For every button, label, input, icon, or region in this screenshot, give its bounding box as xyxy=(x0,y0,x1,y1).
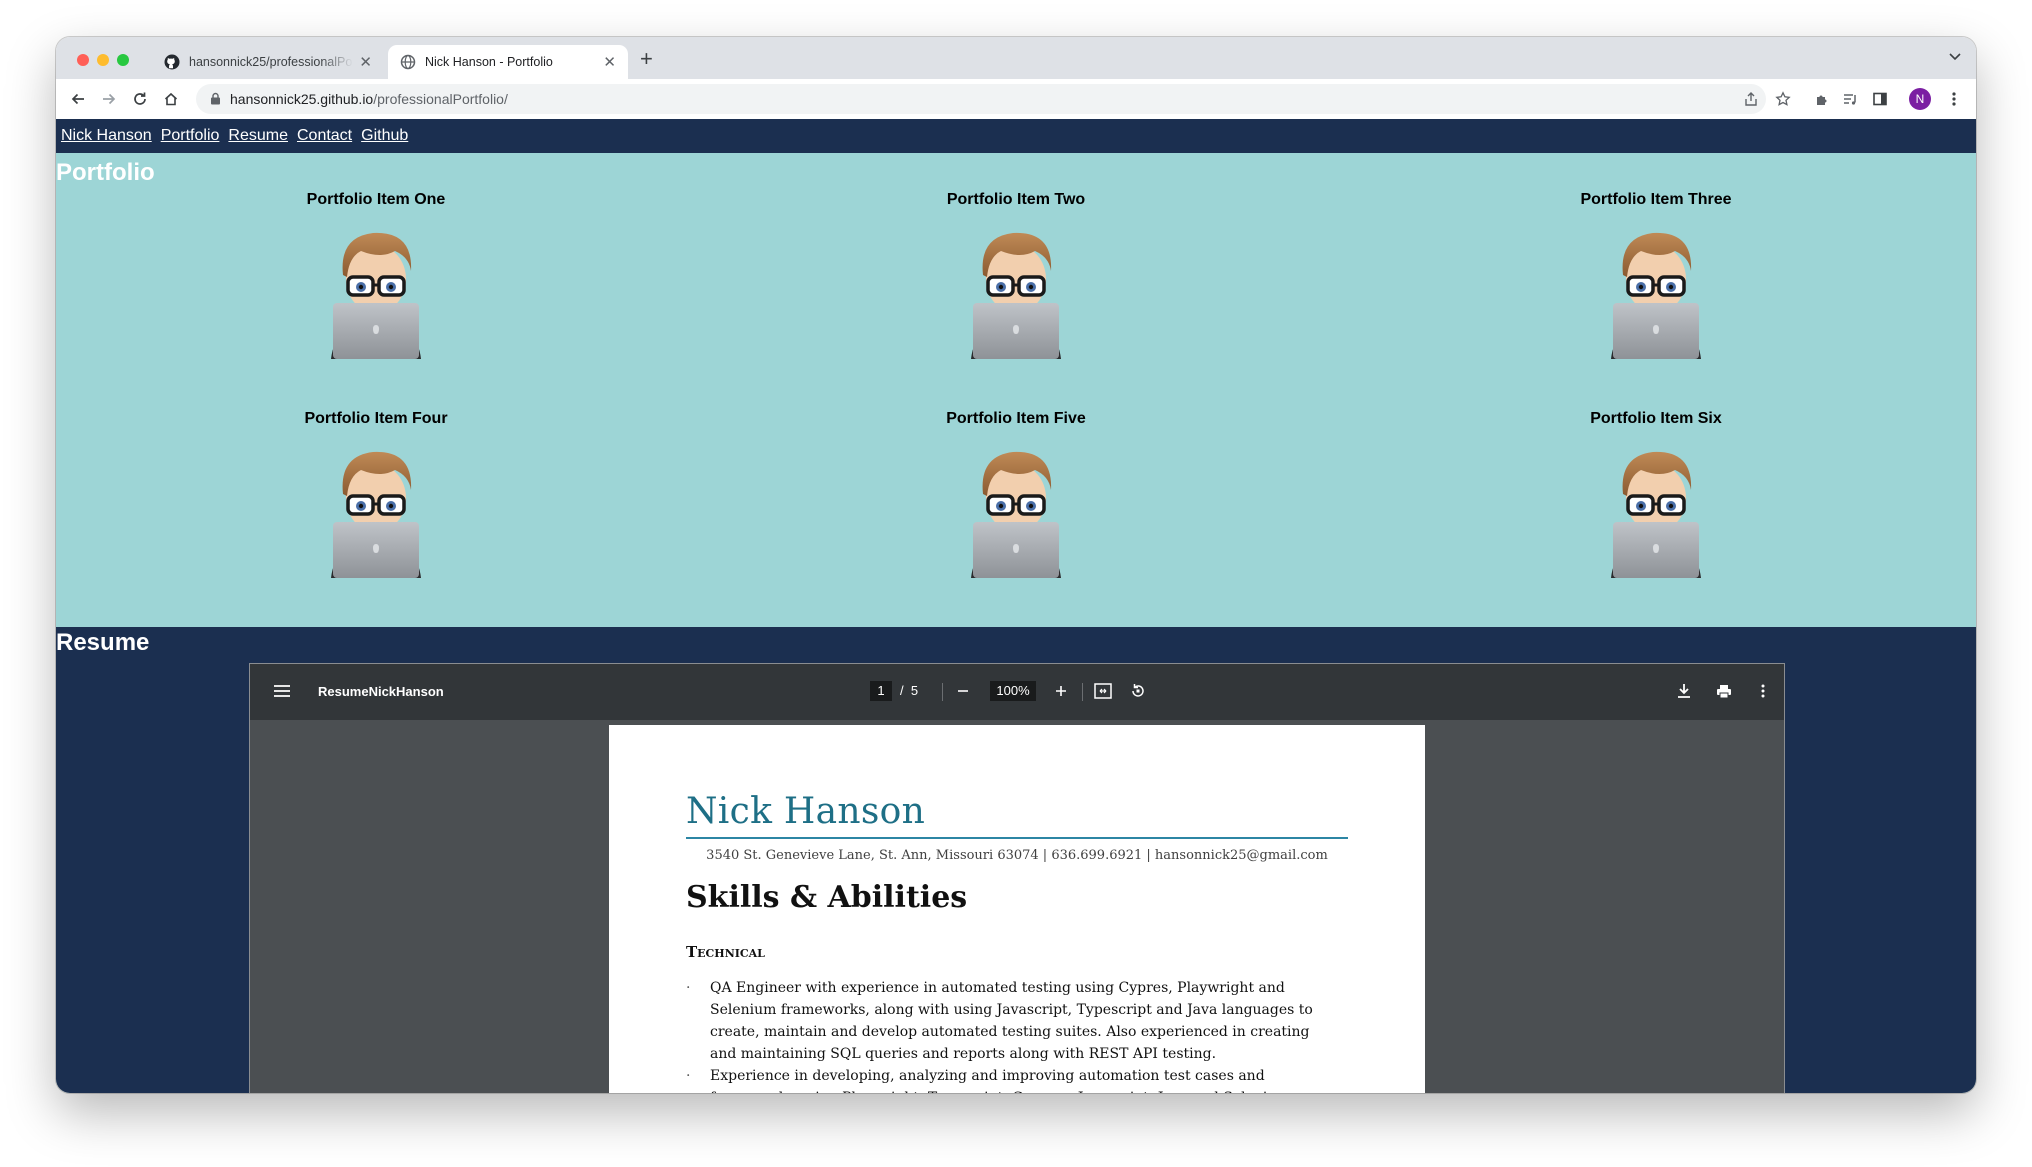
extensions-icon[interactable] xyxy=(1810,87,1834,111)
tab-title: Nick Hanson - Portfolio xyxy=(425,55,553,69)
resume-bullet: QA Engineer with experience in automated… xyxy=(686,977,1326,1065)
tab-portfolio[interactable]: Nick Hanson - Portfolio ✕ xyxy=(388,45,628,79)
portfolio-item-title: Portfolio Item Six xyxy=(1590,410,1722,427)
resume-section: Resume ResumeNickHanson 1 / 5 100% Nick … xyxy=(56,627,1976,1093)
resume-heading: Resume xyxy=(56,629,150,656)
share-icon[interactable] xyxy=(1739,87,1763,111)
reload-icon[interactable] xyxy=(128,87,152,111)
tab-strip: hansonnick25/professionalPortfolio ✕ Nic… xyxy=(56,37,1976,79)
home-icon[interactable] xyxy=(159,87,183,111)
url-text: hansonnick25.github.io/professionalPortf… xyxy=(230,91,508,107)
chevron-down-icon[interactable] xyxy=(1948,49,1962,63)
memoji-laptop-image[interactable] xyxy=(321,223,431,359)
portfolio-item[interactable]: Portfolio Item Four xyxy=(56,410,696,578)
address-bar[interactable]: hansonnick25.github.io/professionalPortf… xyxy=(196,84,1766,114)
portfolio-item-title: Portfolio Item One xyxy=(306,191,446,208)
portfolio-item[interactable]: Portfolio Item Three xyxy=(1336,191,1976,359)
portfolio-item[interactable]: Portfolio Item Two xyxy=(696,191,1336,359)
portfolio-item[interactable]: Portfolio Item Five xyxy=(696,410,1336,578)
tab-github[interactable]: hansonnick25/professionalPortfolio ✕ xyxy=(152,45,384,79)
portfolio-item-title: Portfolio Item Two xyxy=(946,191,1086,208)
lock-icon xyxy=(211,92,220,105)
memoji-laptop-image[interactable] xyxy=(1601,223,1711,359)
resume-name: Nick Hanson xyxy=(686,791,926,832)
pdf-divider xyxy=(942,683,943,701)
github-icon xyxy=(164,54,180,70)
profile-avatar[interactable]: N xyxy=(1909,88,1931,110)
portfolio-heading: Portfolio xyxy=(56,159,155,186)
memoji-laptop-image[interactable] xyxy=(321,442,431,578)
pdf-page-count: / 5 xyxy=(900,683,919,698)
back-icon[interactable] xyxy=(66,87,90,111)
browser-window: hansonnick25/professionalPortfolio ✕ Nic… xyxy=(56,37,1976,1093)
pdf-menu-icon[interactable] xyxy=(274,684,290,698)
fit-page-icon[interactable] xyxy=(1092,680,1114,702)
site-navbar: Nick Hanson Portfolio Resume Contact Git… xyxy=(56,119,1976,153)
browser-menu-icon[interactable] xyxy=(1942,87,1966,111)
portfolio-item-title: Portfolio Item Four xyxy=(304,410,448,427)
resume-subheading: Technical xyxy=(686,943,765,961)
zoom-out-icon[interactable] xyxy=(952,680,974,702)
browser-toolbar: hansonnick25.github.io/professionalPortf… xyxy=(56,79,1976,120)
maximize-window-button[interactable] xyxy=(117,54,129,66)
nav-link-resume[interactable]: Resume xyxy=(228,127,288,145)
resume-divider xyxy=(686,837,1348,839)
pdf-divider xyxy=(1082,683,1083,701)
memoji-laptop-image[interactable] xyxy=(961,442,1071,578)
reading-list-icon[interactable] xyxy=(1838,87,1862,111)
print-icon[interactable] xyxy=(1713,680,1735,702)
globe-icon xyxy=(400,54,416,70)
forward-icon[interactable] xyxy=(97,87,121,111)
nav-link-github[interactable]: Github xyxy=(361,127,408,145)
resume-section-heading: Skills & Abilities xyxy=(686,880,968,915)
nav-link-home[interactable]: Nick Hanson xyxy=(61,127,152,145)
close-tab-icon[interactable]: ✕ xyxy=(359,53,372,71)
pdf-zoom-input[interactable]: 100% xyxy=(990,681,1036,701)
bookmark-star-icon[interactable] xyxy=(1771,87,1795,111)
rotate-icon[interactable] xyxy=(1127,680,1149,702)
pdf-page-input[interactable]: 1 xyxy=(870,681,892,701)
tab-title: hansonnick25/professionalPortfolio xyxy=(189,55,353,69)
nav-link-portfolio[interactable]: Portfolio xyxy=(161,127,220,145)
web-page: Nick Hanson Portfolio Resume Contact Git… xyxy=(56,119,1976,1093)
zoom-in-icon[interactable] xyxy=(1050,680,1072,702)
portfolio-item-title: Portfolio Item Five xyxy=(946,410,1086,427)
download-icon[interactable] xyxy=(1673,680,1695,702)
pdf-page: Nick Hanson 3540 St. Genevieve Lane, St.… xyxy=(609,725,1425,1093)
side-panel-icon[interactable] xyxy=(1868,87,1892,111)
minimize-window-button[interactable] xyxy=(97,54,109,66)
pdf-content-area[interactable]: Nick Hanson 3540 St. Genevieve Lane, St.… xyxy=(250,720,1784,1093)
close-window-button[interactable] xyxy=(77,54,89,66)
resume-bullet-list: QA Engineer with experience in automated… xyxy=(686,977,1326,1093)
portfolio-item[interactable]: Portfolio Item One xyxy=(56,191,696,359)
pdf-toolbar: ResumeNickHanson 1 / 5 100% xyxy=(250,664,1784,720)
memoji-laptop-image[interactable] xyxy=(961,223,1071,359)
pdf-file-name: ResumeNickHanson xyxy=(318,684,444,699)
resume-contact: 3540 St. Genevieve Lane, St. Ann, Missou… xyxy=(706,848,1328,863)
close-tab-icon[interactable]: ✕ xyxy=(603,53,616,71)
memoji-laptop-image[interactable] xyxy=(1601,442,1711,578)
portfolio-item[interactable]: Portfolio Item Six xyxy=(1336,410,1976,578)
pdf-more-icon[interactable] xyxy=(1752,680,1774,702)
resume-bullet: Experience in developing, analyzing and … xyxy=(686,1065,1326,1093)
nav-link-contact[interactable]: Contact xyxy=(297,127,352,145)
pdf-viewer[interactable]: ResumeNickHanson 1 / 5 100% Nick Hanson … xyxy=(249,663,1785,1093)
portfolio-item-title: Portfolio Item Three xyxy=(1580,191,1732,208)
new-tab-button[interactable]: + xyxy=(640,48,653,70)
